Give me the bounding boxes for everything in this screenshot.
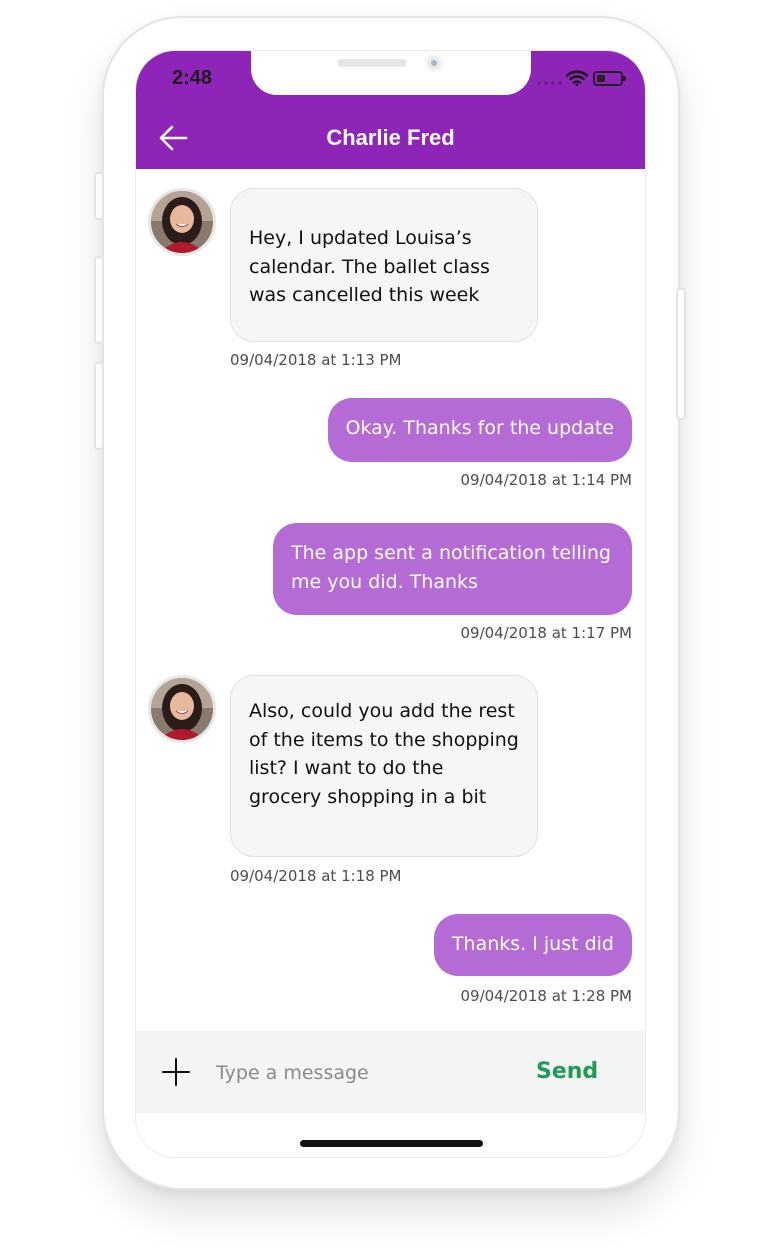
- volume-down-button: [94, 362, 104, 450]
- incoming-message: Hey, I updated Louisa’s calendar. The ba…: [230, 188, 538, 342]
- volume-up-button: [94, 256, 104, 344]
- wifi-icon: [566, 70, 588, 86]
- chat-screen: 2:48 Charlie Fred Hey, I updated Louisa’…: [135, 50, 646, 1158]
- incoming-message: Also, could you add the rest of the item…: [230, 675, 538, 857]
- send-button[interactable]: Send: [536, 1059, 598, 1084]
- outgoing-message: Thanks. I just did: [433, 914, 632, 976]
- contact-name: Charlie Fred: [326, 125, 455, 150]
- contact-avatar[interactable]: [148, 188, 216, 256]
- message-text: Hey, I updated Louisa’s calendar. The ba…: [249, 227, 490, 306]
- power-button: [676, 288, 686, 420]
- battery-icon: [593, 71, 626, 86]
- cellular-signal-icon: [537, 81, 562, 85]
- outgoing-message: The app sent a notification telling me y…: [273, 523, 632, 615]
- message-input[interactable]: [204, 1053, 524, 1093]
- message-timestamp: 09/04/2018 at 1:13 PM: [230, 351, 402, 369]
- message-text: The app sent a notification telling me y…: [291, 542, 611, 593]
- message-text: Okay. Thanks for the update: [345, 417, 615, 439]
- contact-avatar[interactable]: [148, 675, 216, 743]
- outgoing-message: Okay. Thanks for the update: [327, 398, 632, 462]
- message-text: Thanks. I just did: [451, 933, 614, 955]
- mute-switch: [94, 172, 104, 220]
- status-time: 2:48: [172, 67, 213, 89]
- message-composer: Send: [136, 1031, 645, 1113]
- message-timestamp: 09/04/2018 at 1:28 PM: [460, 987, 632, 1005]
- home-indicator[interactable]: [300, 1140, 483, 1147]
- message-timestamp: 09/04/2018 at 1:17 PM: [460, 624, 632, 642]
- message-text: Also, could you add the rest of the item…: [249, 700, 519, 808]
- chat-header: 2:48 Charlie Fred: [136, 51, 645, 169]
- phone-notch: [251, 51, 531, 95]
- message-timestamp: 09/04/2018 at 1:14 PM: [460, 471, 632, 489]
- front-camera: [425, 54, 443, 72]
- message-timestamp: 09/04/2018 at 1:18 PM: [230, 867, 402, 885]
- plus-icon[interactable]: [162, 1058, 190, 1086]
- speaker-grille: [337, 59, 407, 67]
